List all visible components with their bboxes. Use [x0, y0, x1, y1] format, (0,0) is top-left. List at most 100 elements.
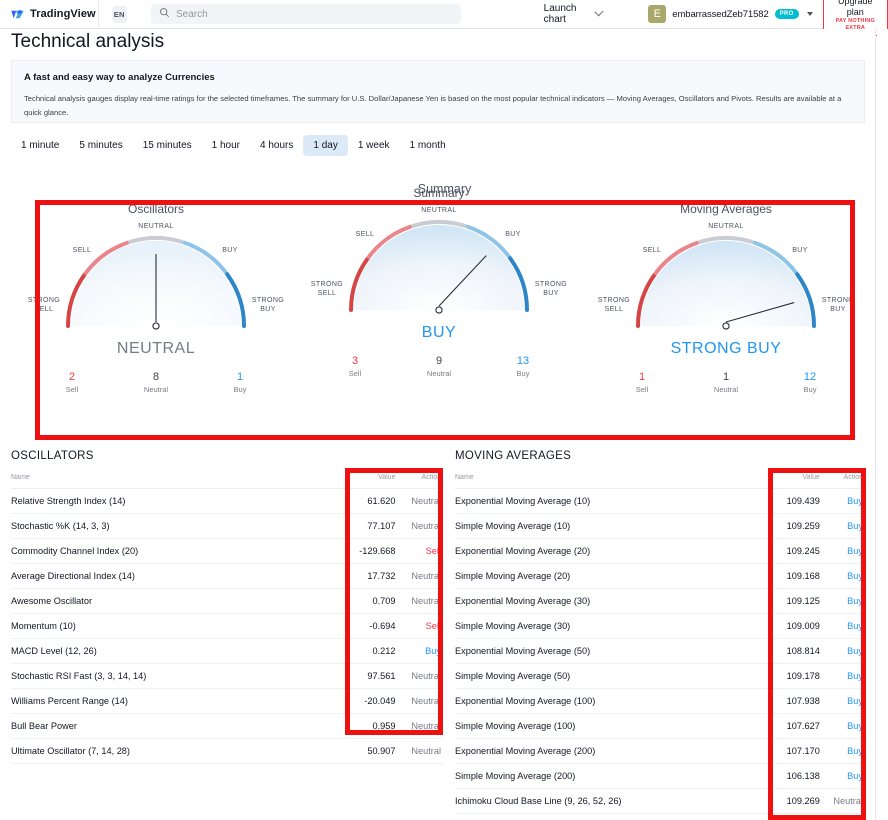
gauge-label-neutral: NEUTRAL — [708, 223, 743, 230]
gauge-moving-averages: Moving Averages NEUTRAL SELL BUY STRONG S… — [596, 202, 856, 394]
indicator-name: Exponential Moving Average (50) — [455, 638, 759, 664]
count-buy-value: 12 — [803, 371, 817, 383]
table-row: Ichimoku Cloud Base Line (9, 26, 52, 26)… — [455, 788, 865, 814]
indicator-value: 0.212 — [330, 638, 396, 664]
indicator-action: — — [819, 813, 865, 820]
gauge-counts: 1 Sell 1 Neutral 12 Buy — [596, 370, 856, 394]
launch-chart-button[interactable]: Launch chart — [544, 3, 603, 25]
gauge-pivot — [435, 306, 443, 314]
user-menu[interactable]: E embarrassedZeb71582 PRO — [648, 5, 813, 23]
indicator-action: Buy — [819, 713, 865, 739]
app-header: TradingView EN Launch chart E embarrasse… — [0, 0, 888, 36]
indicator-action: Neutral — [395, 488, 443, 514]
table-row: Simple Moving Average (100) 107.627 Buy — [455, 713, 865, 739]
count-neutral-value: 9 — [435, 355, 443, 367]
col-header-action: Action — [395, 474, 443, 489]
timeframe-tab-4-hours[interactable]: 4 hours — [250, 135, 303, 156]
indicator-action: Buy — [819, 538, 865, 564]
count-sell: 3 Sell — [335, 354, 375, 378]
timeframe-tab-1-minute[interactable]: 1 minute — [11, 135, 69, 156]
gauge-label-strong-sell: STRONG SELL — [28, 297, 60, 313]
language-button[interactable]: EN — [111, 5, 127, 23]
gauge-verdict: NEUTRAL — [116, 340, 196, 357]
count-sell-label: Sell — [348, 369, 362, 378]
indicator-value: 107.627 — [758, 713, 820, 739]
gauge-label-strong-sell: STRONG SELL — [311, 281, 343, 297]
table-row: Simple Moving Average (50) 109.178 Buy — [455, 663, 865, 689]
table-row: Bull Bear Power 0.959 Neutral — [11, 713, 443, 739]
oscillators-table-block: OSCILLATORS Name Value Action Relative S… — [11, 450, 443, 764]
table-row: Simple Moving Average (20) 109.168 Buy — [455, 563, 865, 589]
table-row: MACD Level (12, 26) 0.212 Buy — [11, 638, 443, 664]
indicator-action: Sell — [395, 613, 443, 639]
count-buy-value: 1 — [236, 371, 244, 383]
moving-averages-title: MOVING AVERAGES — [455, 450, 572, 462]
indicator-action: Neutral — [395, 688, 443, 714]
pro-badge: PRO — [774, 9, 799, 19]
indicator-action: Neutral — [395, 738, 443, 764]
gauge-svg: NEUTRAL SELL BUY STRONG SELL STRONG BUY — [598, 223, 854, 330]
indicator-name: Exponential Moving Average (100) — [455, 688, 759, 714]
count-neutral-value: 1 — [722, 371, 730, 383]
caret-down-icon[interactable] — [806, 12, 813, 16]
timeframe-tab-1-week[interactable]: 1 week — [348, 135, 400, 156]
gauge-label-strong-sell: STRONG SELL — [598, 297, 630, 313]
moving-averages-table-block: MOVING AVERAGES Name Value Action Expone… — [455, 450, 865, 820]
gauge-svg: NEUTRAL SELL BUY STRONG SELL STRONG BUY — [28, 223, 284, 330]
info-banner: A fast and easy way to analyze Currencie… — [11, 60, 865, 123]
table-row: Exponential Moving Average (20) 109.245 Bu… — [455, 538, 865, 564]
gauge-svg: NEUTRAL SELL BUY STRONG SELL STRONG BUY — [311, 207, 567, 314]
gauge-counts: 2 Sell 8 Neutral 1 Buy — [26, 370, 286, 394]
timeframe-tab-1-day[interactable]: 1 day — [303, 135, 348, 156]
page-title: Technical analysis — [11, 31, 165, 52]
indicator-value: 17.732 — [330, 563, 396, 589]
indicator-name: Exponential Moving Average (20) — [455, 538, 759, 564]
count-neutral: 1 Neutral — [706, 370, 746, 394]
indicator-name: Ichimoku Cloud Base Line (9, 26, 52, 26) — [455, 788, 759, 814]
table-row: Stochastic %K (14, 3, 3) 77.107 Neutral — [11, 513, 443, 539]
indicator-action: Buy — [819, 588, 865, 614]
timeframe-tab-15-minutes[interactable]: 15 minutes — [133, 135, 202, 156]
indicator-value: 50.907 — [330, 738, 396, 764]
timeframe-tabs[interactable]: 1 minute 5 minutes 15 minutes 1 hour 4 hours… — [11, 135, 456, 156]
indicator-name: MACD Level (12, 26) — [11, 638, 331, 664]
indicator-name: Exponential Moving Average (200) — [455, 738, 759, 764]
table-row: Volume Weighted Moving Average (20)—— — [455, 813, 865, 820]
timeframe-tab-1-month[interactable]: 1 month — [400, 135, 456, 156]
indicator-name: Exponential Moving Average (10) — [455, 488, 759, 514]
chevron-down-icon — [593, 6, 603, 16]
indicator-action: Neutral — [395, 588, 443, 614]
table-row: Exponential Moving Average (10) 109.439 Bu… — [455, 488, 865, 514]
search-box[interactable] — [150, 4, 461, 24]
indicator-value: 108.814 — [758, 638, 820, 664]
gauge-label-buy: BUY — [792, 247, 808, 254]
count-sell-label: Sell — [65, 385, 79, 394]
brand-name: TradingView — [30, 8, 96, 20]
table-row: Exponential Moving Average (30) 109.125 Bu… — [455, 588, 865, 614]
technical-analysis-page: TradingView EN Launch chart E embarrasse… — [0, 0, 888, 820]
timeframe-tab-1-hour[interactable]: 1 hour — [202, 135, 250, 156]
indicator-value: 107.938 — [758, 688, 820, 714]
indicator-action: Neutral — [395, 513, 443, 539]
timeframe-tab-5-minutes[interactable]: 5 minutes — [69, 135, 132, 156]
gauge-heading: Oscillators — [127, 202, 184, 216]
indicator-name: Volume Weighted Moving Average (20) — [455, 813, 759, 820]
table-row: Exponential Moving Average (100) 107.938 B… — [455, 688, 865, 714]
indicator-value: 109.269 — [758, 788, 820, 814]
indicator-value: 106.138 — [758, 763, 820, 789]
table-header-row: Name Value Action — [455, 474, 865, 489]
tradingview-logo[interactable]: TradingView — [0, 7, 96, 22]
count-neutral-label: Neutral — [426, 369, 452, 378]
search-input[interactable] — [175, 8, 453, 20]
table-row: Average Directional Index (14) 17.732 Neut… — [11, 563, 443, 589]
indicator-action: Neutral — [819, 788, 865, 814]
indicator-action: Buy — [819, 638, 865, 664]
count-neutral-label: Neutral — [713, 385, 739, 394]
table-header-row: Name Value Action — [11, 474, 443, 489]
indicator-name: Stochastic %K (14, 3, 3) — [11, 513, 331, 539]
count-sell-value: 1 — [638, 371, 646, 383]
gauge-counts: 3 Sell 9 Neutral 13 Buy — [309, 354, 569, 378]
indicator-action: Buy — [819, 488, 865, 514]
count-sell: 2 Sell — [52, 370, 92, 394]
col-header-name: Name — [455, 474, 759, 489]
